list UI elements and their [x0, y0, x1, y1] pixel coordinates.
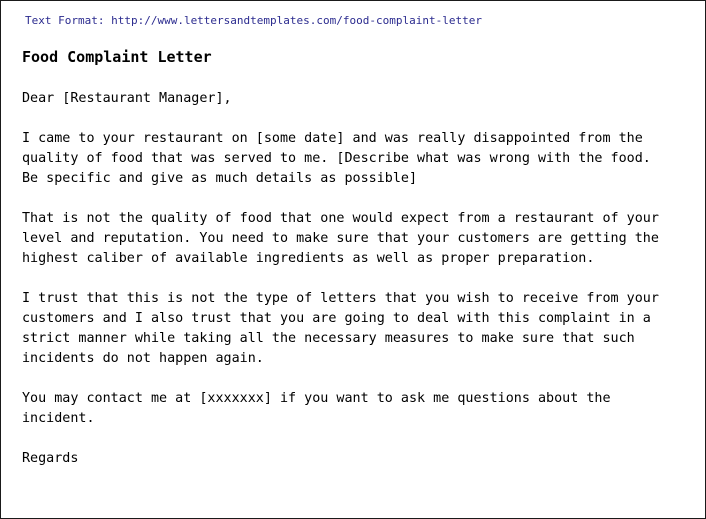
letter-closing: Regards: [22, 451, 79, 466]
source-url-line[interactable]: Text Format: http://www.lettersandtempla…: [25, 11, 697, 29]
letter-paragraph-3: I trust that this is not the type of let…: [22, 291, 659, 366]
page-title: Food Complaint Letter: [22, 48, 212, 66]
document-content: Text Format: http://www.lettersandtempla…: [22, 11, 697, 469]
letter-paragraph-4: You may contact me at [xxxxxxx] if you w…: [22, 391, 611, 426]
letter-salutation: Dear [Restaurant Manager],: [22, 91, 232, 106]
letter-paragraph-1: I came to your restaurant on [some date]…: [22, 131, 651, 186]
document-page: Text Format: http://www.lettersandtempla…: [0, 0, 706, 519]
letter-paragraph-2: That is not the quality of food that one…: [22, 211, 659, 266]
letter-body: Dear [Restaurant Manager], I came to you…: [22, 89, 697, 469]
